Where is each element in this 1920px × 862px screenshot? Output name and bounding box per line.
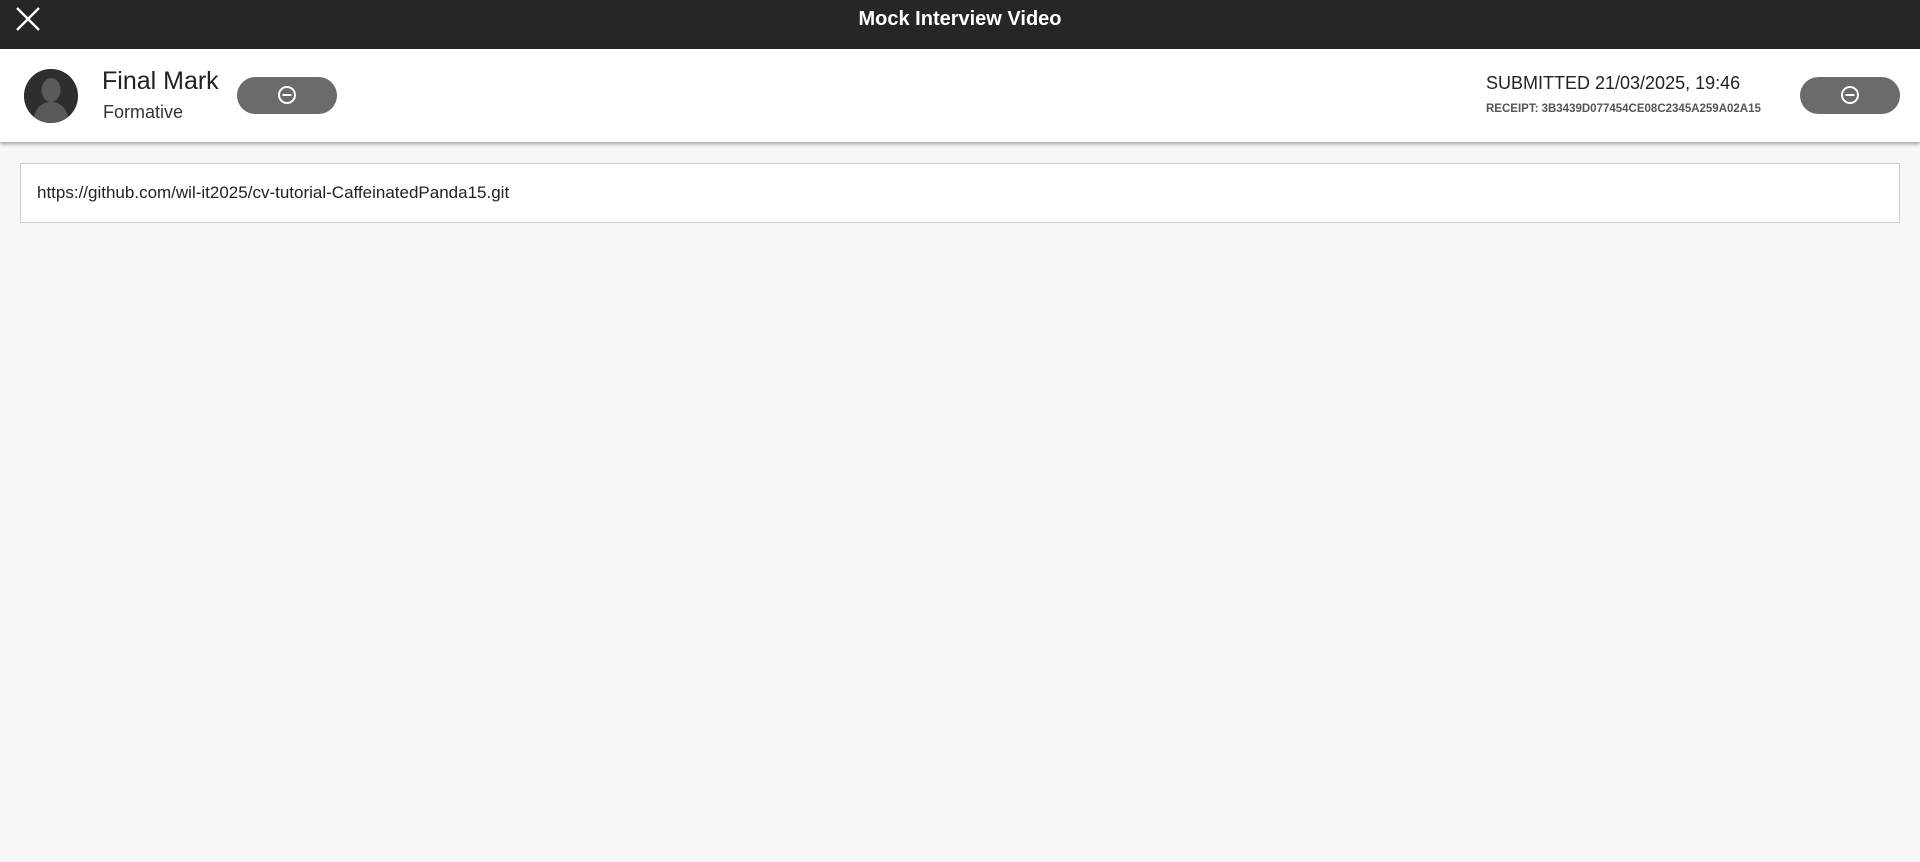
final-mark-title: Final Mark <box>102 67 219 95</box>
page-title: Mock Interview Video <box>858 8 1062 30</box>
top-bar: Mock Interview Video <box>0 0 1920 49</box>
collapse-submission-button[interactable] <box>1800 77 1900 114</box>
assessment-type: Formative <box>103 102 184 122</box>
submission-url-box: https://github.com/wil-it2025/cv-tutoria… <box>20 163 1900 223</box>
submitted-timestamp: SUBMITTED 21/03/2025, 19:46 <box>1486 73 1741 93</box>
receipt-id: RECEIPT: 3B3439D077454CE08C2345A259A02A1… <box>1486 103 1761 115</box>
user-avatar-icon <box>24 69 78 123</box>
minus-circle-icon <box>278 86 296 104</box>
submission-header: Final Mark Formative SUBMITTED 21/03/202… <box>0 49 1920 142</box>
submission-url-text[interactable]: https://github.com/wil-it2025/cv-tutoria… <box>37 182 509 204</box>
collapse-mark-button[interactable] <box>237 77 337 114</box>
minus-circle-icon <box>1841 86 1859 104</box>
